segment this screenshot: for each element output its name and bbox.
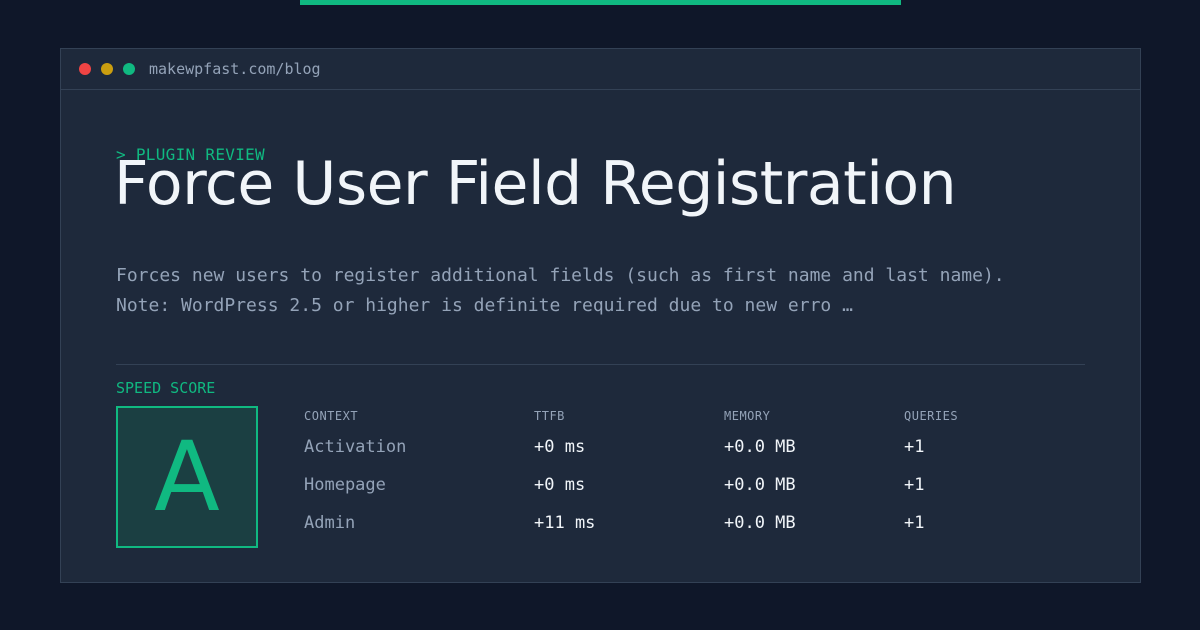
description-line-2: Note: WordPress 2.5 or higher is definit… (116, 295, 853, 316)
queries-cell: +1 (904, 513, 925, 533)
maximize-window-dot-icon[interactable] (123, 63, 135, 75)
column-header-context: CONTEXT (304, 409, 359, 423)
page-title: Force User Field Registration (114, 149, 957, 219)
description-line-1: Forces new users to register additional … (116, 265, 1005, 286)
ttfb-cell: +11 ms (534, 513, 596, 533)
speed-grade-badge: A (116, 406, 258, 548)
section-divider (116, 364, 1085, 365)
speed-grade: A (154, 421, 220, 533)
browser-window: makewpfast.com/blog > PLUGIN REVIEW Forc… (60, 48, 1141, 583)
plugin-description: Forces new users to register additional … (116, 261, 1076, 321)
context-cell: Admin (304, 513, 356, 533)
column-header-queries: QUERIES (904, 409, 959, 423)
ttfb-cell: +0 ms (534, 437, 586, 457)
queries-cell: +1 (904, 475, 925, 495)
memory-cell: +0.0 MB (724, 513, 796, 533)
queries-cell: +1 (904, 437, 925, 457)
column-header-ttfb: TTFB (534, 409, 565, 423)
window-titlebar: makewpfast.com/blog (61, 49, 1140, 90)
speed-score-label: SPEED SCORE (116, 379, 216, 397)
context-cell: Homepage (304, 475, 386, 495)
memory-cell: +0.0 MB (724, 475, 796, 495)
address-url[interactable]: makewpfast.com/blog (149, 60, 321, 78)
context-cell: Activation (304, 437, 407, 457)
close-window-dot-icon[interactable] (79, 63, 91, 75)
ttfb-cell: +0 ms (534, 475, 586, 495)
column-header-memory: MEMORY (724, 409, 771, 423)
minimize-window-dot-icon[interactable] (101, 63, 113, 75)
memory-cell: +0.0 MB (724, 437, 796, 457)
top-accent-bar (300, 0, 901, 5)
